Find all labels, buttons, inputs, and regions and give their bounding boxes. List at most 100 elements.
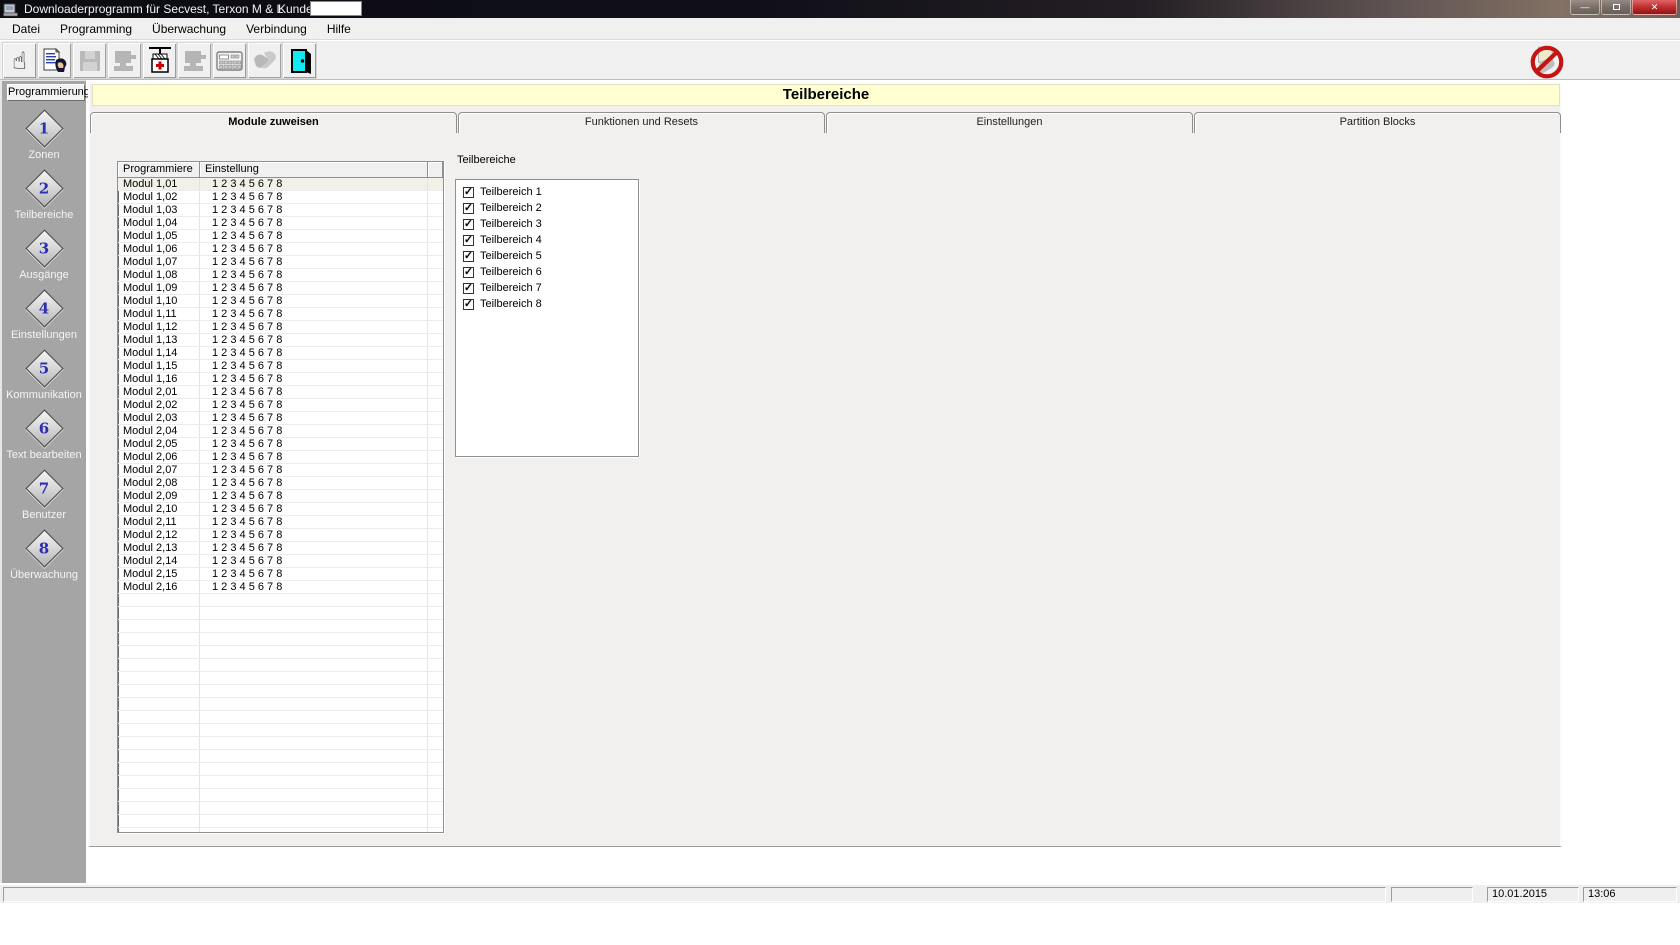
table-row[interactable]: Modul 2,08 1 2 3 4 5 6 7 8 [118, 477, 443, 490]
sidebar-item-label: Zonen [28, 149, 60, 161]
cell-spacer [428, 750, 443, 762]
cell-module [118, 724, 200, 736]
table-row[interactable]: Modul 1,16 1 2 3 4 5 6 7 8 [118, 373, 443, 386]
table-row[interactable]: Modul 1,01 1 2 3 4 5 6 7 8 [118, 178, 443, 191]
sidebar-item-einstellungen[interactable]: 4 Einstellungen [2, 288, 86, 348]
checkbox-checked-icon[interactable]: ✓ [463, 202, 474, 214]
sidebar-item-kommunikation[interactable]: 5 Kommunikation [2, 348, 86, 408]
partition-checkbox-item-teilbereich-6[interactable]: ✓ Teilbereich 6 [456, 264, 638, 280]
partition-checkbox-item-teilbereich-2[interactable]: ✓ Teilbereich 2 [456, 200, 638, 216]
table-row-empty [118, 763, 443, 776]
table-row[interactable]: Modul 2,02 1 2 3 4 5 6 7 8 [118, 399, 443, 412]
table-row[interactable]: Modul 2,03 1 2 3 4 5 6 7 8 [118, 412, 443, 425]
table-row[interactable]: Modul 1,15 1 2 3 4 5 6 7 8 [118, 360, 443, 373]
cell-spacer [428, 737, 443, 749]
cell-setting [200, 724, 428, 736]
cell-spacer [428, 724, 443, 736]
table-row-empty [118, 724, 443, 737]
table-row[interactable]: Modul 2,04 1 2 3 4 5 6 7 8 [118, 425, 443, 438]
cell-spacer [428, 334, 443, 346]
table-row[interactable]: Modul 1,13 1 2 3 4 5 6 7 8 [118, 334, 443, 347]
table-row[interactable]: Modul 1,07 1 2 3 4 5 6 7 8 [118, 256, 443, 269]
table-row[interactable]: Modul 1,03 1 2 3 4 5 6 7 8 [118, 204, 443, 217]
partition-checkbox-item-teilbereich-5[interactable]: ✓ Teilbereich 5 [456, 248, 638, 264]
table-row[interactable]: Modul 2,15 1 2 3 4 5 6 7 8 [118, 568, 443, 581]
table-row[interactable]: Modul 1,10 1 2 3 4 5 6 7 8 [118, 295, 443, 308]
module-table[interactable]: Programmiere Einstellung Modul 1,01 1 2 3… [117, 161, 444, 833]
cell-module [118, 789, 200, 801]
menu-item-verbindung[interactable]: Verbindung [236, 18, 317, 40]
checkbox-checked-icon[interactable]: ✓ [463, 218, 474, 230]
table-row[interactable]: Modul 1,14 1 2 3 4 5 6 7 8 [118, 347, 443, 360]
toolbar-keypad-button[interactable] [212, 42, 247, 79]
table-row[interactable]: Modul 2,11 1 2 3 4 5 6 7 8 [118, 516, 443, 529]
close-button[interactable]: ✕ [1632, 0, 1677, 15]
table-row[interactable]: Modul 1,05 1 2 3 4 5 6 7 8 [118, 230, 443, 243]
table-row[interactable]: Modul 1,06 1 2 3 4 5 6 7 8 [118, 243, 443, 256]
toolbar-customer-data-button[interactable] [37, 42, 72, 79]
tab-funktionen-und-resets[interactable]: Funktionen und Resets [458, 112, 825, 133]
table-row[interactable]: Modul 1,09 1 2 3 4 5 6 7 8 [118, 282, 443, 295]
customer-input[interactable] [310, 1, 362, 16]
checkbox-checked-icon[interactable]: ✓ [463, 250, 474, 262]
checkbox-checked-icon[interactable]: ✓ [463, 282, 474, 294]
cell-spacer [428, 542, 443, 554]
toolbar-panel-device-button[interactable] [142, 42, 177, 79]
tab-einstellungen[interactable]: Einstellungen [826, 112, 1193, 133]
cell-setting: 1 2 3 4 5 6 7 8 [200, 438, 428, 450]
cell-module [118, 646, 200, 658]
maximize-button[interactable] [1601, 0, 1631, 15]
toolbar-hand-pointer-button[interactable]: ☝ [2, 42, 37, 79]
partition-checkbox-item-teilbereich-7[interactable]: ✓ Teilbereich 7 [456, 280, 638, 296]
sidebar-item-teilbereiche[interactable]: 2 Teilbereiche [2, 168, 86, 228]
sidebar-item-zonen[interactable]: 1 Zonen [2, 108, 86, 168]
table-row[interactable]: Modul 2,06 1 2 3 4 5 6 7 8 [118, 451, 443, 464]
table-row[interactable]: Modul 2,13 1 2 3 4 5 6 7 8 [118, 542, 443, 555]
column-header-programmiere[interactable]: Programmiere [118, 162, 200, 178]
cell-setting: 1 2 3 4 5 6 7 8 [200, 412, 428, 424]
table-row[interactable]: Modul 2,12 1 2 3 4 5 6 7 8 [118, 529, 443, 542]
sidebar-item-überwachung[interactable]: 8 Überwachung [2, 528, 86, 588]
table-row[interactable]: Modul 2,09 1 2 3 4 5 6 7 8 [118, 490, 443, 503]
partition-checkbox-item-teilbereich-4[interactable]: ✓ Teilbereich 4 [456, 232, 638, 248]
table-row[interactable]: Modul 1,02 1 2 3 4 5 6 7 8 [118, 191, 443, 204]
cell-setting: 1 2 3 4 5 6 7 8 [200, 516, 428, 528]
cell-setting [200, 789, 428, 801]
sidebar-item-benutzer[interactable]: 7 Benutzer [2, 468, 86, 528]
checkbox-checked-icon[interactable]: ✓ [463, 234, 474, 246]
checkbox-checked-icon[interactable]: ✓ [463, 186, 474, 198]
sidebar-header-programmierung[interactable]: Programmierung [7, 84, 90, 101]
table-row[interactable]: Modul 2,16 1 2 3 4 5 6 7 8 [118, 581, 443, 594]
cell-module: Modul 2,01 [118, 386, 200, 398]
menu-item-überwachung[interactable]: Überwachung [142, 18, 236, 40]
checkbox-checked-icon[interactable]: ✓ [463, 298, 474, 310]
table-row[interactable]: Modul 2,10 1 2 3 4 5 6 7 8 [118, 503, 443, 516]
sidebar-item-text-bearbeiten[interactable]: 6 Text bearbeiten [2, 408, 86, 468]
menu-item-datei[interactable]: Datei [2, 18, 50, 40]
menu-item-programming[interactable]: Programming [50, 18, 142, 40]
cell-spacer [428, 282, 443, 294]
table-row[interactable]: Modul 2,07 1 2 3 4 5 6 7 8 [118, 464, 443, 477]
table-row[interactable]: Modul 2,01 1 2 3 4 5 6 7 8 [118, 386, 443, 399]
table-row[interactable]: Modul 1,08 1 2 3 4 5 6 7 8 [118, 269, 443, 282]
table-row[interactable]: Modul 1,11 1 2 3 4 5 6 7 8 [118, 308, 443, 321]
table-row[interactable]: Modul 2,14 1 2 3 4 5 6 7 8 [118, 555, 443, 568]
minimize-button[interactable]: — [1570, 0, 1600, 15]
table-row[interactable]: Modul 2,05 1 2 3 4 5 6 7 8 [118, 438, 443, 451]
table-row[interactable]: Modul 1,12 1 2 3 4 5 6 7 8 [118, 321, 443, 334]
sidebar-item-ausgänge[interactable]: 3 Ausgänge [2, 228, 86, 288]
tab-partition-blocks[interactable]: Partition Blocks [1194, 112, 1561, 133]
toolbar-exit-door-button[interactable] [282, 42, 317, 79]
table-row[interactable]: Modul 1,04 1 2 3 4 5 6 7 8 [118, 217, 443, 230]
partition-checkbox-item-teilbereich-8[interactable]: ✓ Teilbereich 8 [456, 296, 638, 312]
checkbox-checked-icon[interactable]: ✓ [463, 266, 474, 278]
menu-item-hilfe[interactable]: Hilfe [317, 18, 361, 40]
cell-module: Modul 1,02 [118, 191, 200, 203]
computer-icon [113, 50, 136, 71]
app-icon [3, 3, 18, 17]
partition-checkbox-item-teilbereich-1[interactable]: ✓ Teilbereich 1 [456, 184, 638, 200]
tab-module-zuweisen[interactable]: Module zuweisen [90, 112, 457, 133]
column-header-einstellung[interactable]: Einstellung [200, 162, 428, 178]
action-blocked-icon [1528, 42, 1566, 80]
partition-checkbox-item-teilbereich-3[interactable]: ✓ Teilbereich 3 [456, 216, 638, 232]
